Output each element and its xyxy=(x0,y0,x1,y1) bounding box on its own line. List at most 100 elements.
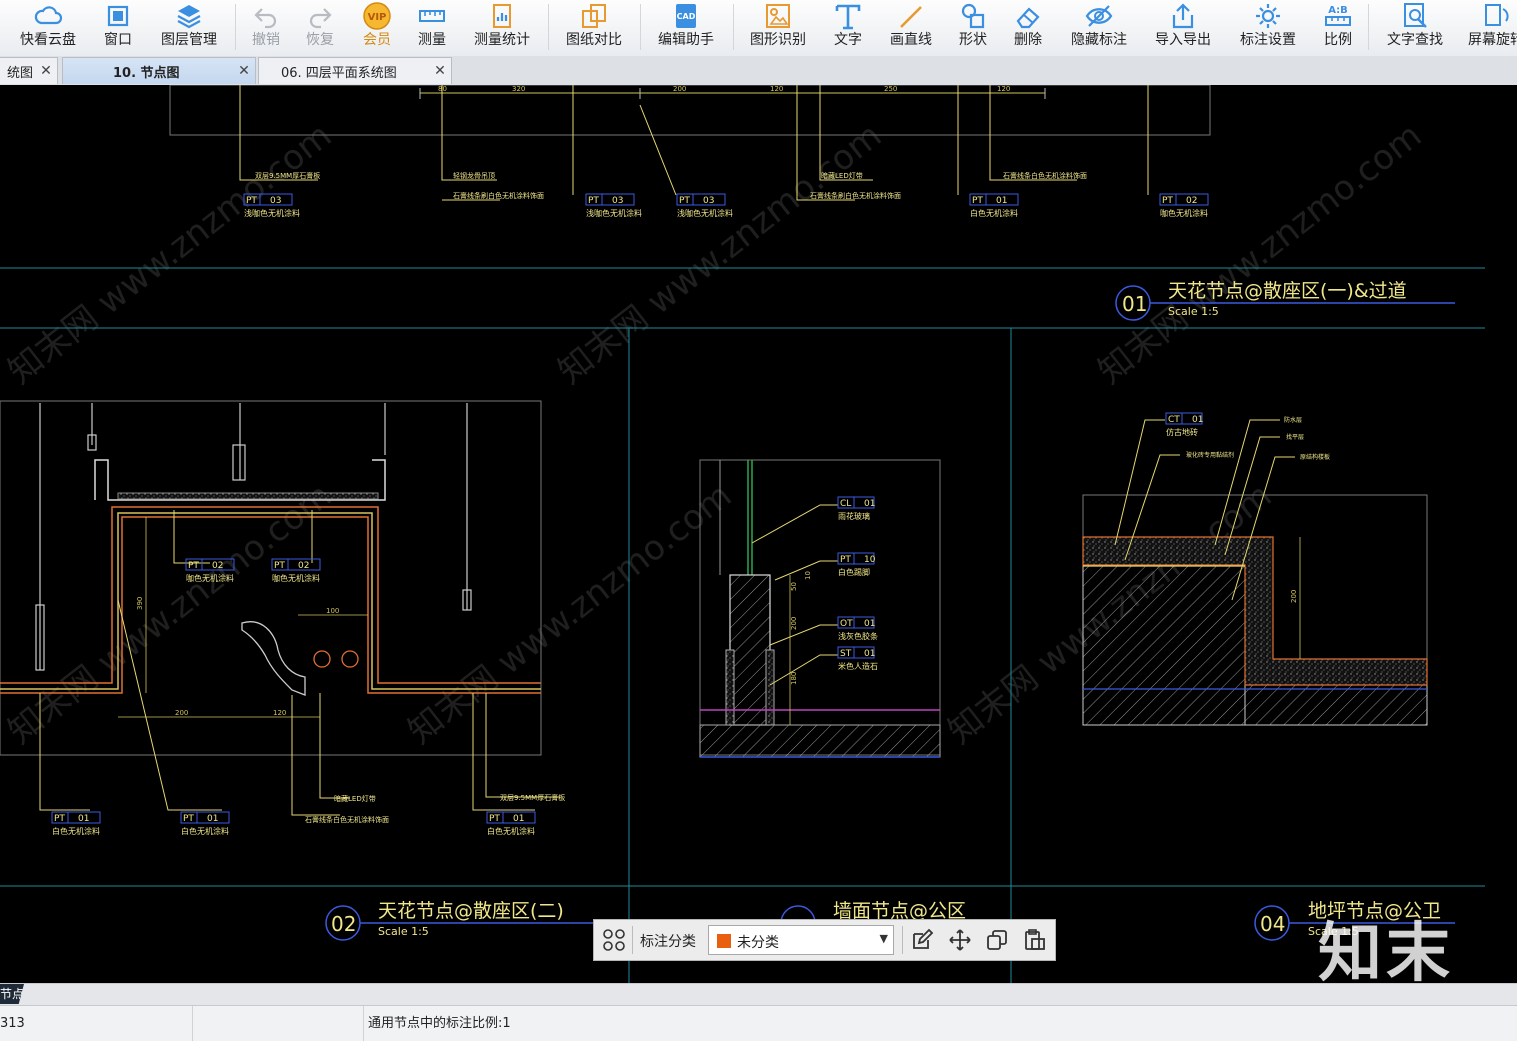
close-icon[interactable]: ✕ xyxy=(429,63,451,79)
tab-floor-plan[interactable]: 06. 四层平面系统图 ✕ xyxy=(258,57,452,84)
cad-edit-icon: CAD xyxy=(676,4,696,28)
toolbar-label: 图纸对比 xyxy=(566,32,622,48)
material-number: 01 xyxy=(1192,415,1203,425)
detail-number: 02 xyxy=(331,912,356,936)
toolbar-button-cloud[interactable]: 快看云盘 xyxy=(8,0,88,56)
material-number: 03 xyxy=(270,196,281,206)
toolbar-button-scale[interactable]: A:B 比例 xyxy=(1298,0,1378,56)
toolbar-button-ruler[interactable]: 测量 xyxy=(392,0,472,56)
material-tag: CL 01 雨花玻璃 xyxy=(837,496,875,521)
dimension-text: 50 xyxy=(790,582,798,591)
material-description: 白色无机涂料 xyxy=(970,208,1018,218)
tab-label: 06. 四层平面系统图 xyxy=(281,65,397,81)
callout-label: 双层9.5MM厚石膏板 xyxy=(255,171,320,180)
hide-annotation-icon xyxy=(1085,5,1113,27)
toolbar-button-window[interactable]: 窗口 xyxy=(78,0,158,56)
layout-tab-bar: 节点 xyxy=(0,983,1517,1005)
material-number: 01 xyxy=(78,814,89,824)
toolbar-separator xyxy=(548,4,549,50)
measure-stats-icon xyxy=(493,4,511,28)
toolbar-button-shape-recognition[interactable]: 图形识别 xyxy=(738,0,818,56)
callout-label: 防水层 xyxy=(1284,416,1302,424)
material-tag: OT 01 浅灰色胶条 xyxy=(837,616,878,641)
callout-label: 双层9.5MM厚石膏板 xyxy=(500,793,565,802)
toolbar-button-compare[interactable]: 图纸对比 xyxy=(554,0,634,56)
toolbar-button-eraser[interactable]: 删除 xyxy=(988,0,1068,56)
toolbar-button-annotation-settings[interactable]: 标注设置 xyxy=(1228,0,1308,56)
callout-label: 石膏线条白色无机涂料饰面 xyxy=(1003,171,1087,180)
toolbar-button-layers[interactable]: 图层管理 xyxy=(149,0,229,56)
callout-label: 暗藏LED灯带 xyxy=(334,794,376,803)
grid-icon[interactable] xyxy=(602,928,626,952)
tab-node-drawing[interactable]: 10. 节点图 ✕ xyxy=(62,57,256,84)
toolbar-label: 删除 xyxy=(1014,32,1042,48)
paste-icon[interactable] xyxy=(1023,928,1047,952)
material-description: 白色踢脚 xyxy=(838,567,870,577)
annotation-category-select[interactable]: 未分类 ▼ xyxy=(708,925,894,955)
toolbar-label: 快看云盘 xyxy=(20,32,76,48)
tab-partial[interactable]: 统图 ✕ xyxy=(0,57,58,84)
toolbar-label: 测量 xyxy=(418,32,446,48)
watermark-text: 知末网 www.znzmo.com xyxy=(401,476,739,752)
layout-tab-label: 节点 xyxy=(0,987,25,1001)
toolbar-button-cad-edit[interactable]: CAD 编辑助手 xyxy=(646,0,726,56)
dimension-text: 390 xyxy=(136,597,144,610)
edit-icon[interactable] xyxy=(910,928,934,952)
callout-label: 玻化砖专用黏结剂 xyxy=(1186,451,1234,459)
toolbar-label: 窗口 xyxy=(104,32,132,48)
callout-label: 石膏线条刷白色无机涂料饰面 xyxy=(810,191,901,200)
layout-tab-node[interactable]: 节点 xyxy=(0,984,24,1004)
toolbar-label: 撤销 xyxy=(252,32,280,48)
material-description: 浅咖色无机涂料 xyxy=(586,208,642,218)
toolbar-label: 恢复 xyxy=(306,32,334,48)
vip-icon: VIP xyxy=(363,2,391,30)
material-number: 01 xyxy=(513,814,524,824)
callout-label: 石膏线条刷白色无机涂料饰面 xyxy=(453,191,544,200)
close-icon[interactable]: ✕ xyxy=(233,63,255,79)
detail-number: 04 xyxy=(1260,912,1285,936)
svg-text:CAD: CAD xyxy=(677,12,696,21)
ruler-icon xyxy=(419,10,445,22)
material-description: 白色无机涂料 xyxy=(181,826,229,836)
material-code: PT xyxy=(679,196,690,206)
toolbar-label: 文字查找 xyxy=(1387,32,1443,48)
toolbar-button-measure-stats[interactable]: 测量统计 xyxy=(462,0,542,56)
toolbar-label: 导入导出 xyxy=(1155,32,1211,48)
detail-04-floor: 200 玻化砖专用黏结剂 防水层找平层原结构楼板 CT 01 仿古地砖 xyxy=(1082,412,1428,726)
material-code: CT xyxy=(1168,415,1180,425)
toolbar-button-hide-annotation[interactable]: 隐藏标注 xyxy=(1059,0,1139,56)
material-number: 01 xyxy=(864,649,875,659)
material-tag: PT 01 白色无机涂料 xyxy=(969,193,1019,218)
toolbar-button-text-search[interactable]: 文字查找 xyxy=(1375,0,1455,56)
material-description: 咖色无机涂料 xyxy=(1160,208,1208,218)
material-number: 03 xyxy=(612,196,623,206)
undo-icon xyxy=(254,8,277,29)
copy-icon[interactable] xyxy=(985,928,1009,952)
svg-text:VIP: VIP xyxy=(368,12,387,23)
toolbar-button-rotate-screen[interactable]: 屏幕旋转 xyxy=(1456,0,1517,56)
material-number: 01 xyxy=(996,196,1007,206)
toolbar-button-import-export[interactable]: 导入导出 xyxy=(1143,0,1223,56)
material-tag: PT 01 白色无机涂料 xyxy=(486,811,536,836)
toolbar-label: 图层管理 xyxy=(161,32,217,48)
dimension-text: 200 xyxy=(673,85,686,93)
material-description: 咖色无机涂料 xyxy=(272,573,320,583)
toolbar-separator xyxy=(235,4,236,50)
window-icon xyxy=(107,5,129,27)
callout-label: 暗藏LED灯带 xyxy=(821,171,863,180)
move-icon[interactable] xyxy=(948,928,972,952)
watermark-text: 知末网 www.znzmo.com xyxy=(1091,116,1429,392)
material-code: ST xyxy=(840,649,852,659)
cad-drawing-canvas[interactable]: 知末网 www.znzmo.com 知末网 www.znzmo.com 知末网 … xyxy=(0,85,1517,983)
toolbar-label: 形状 xyxy=(959,32,987,48)
close-icon[interactable]: ✕ xyxy=(35,63,57,79)
material-number: 02 xyxy=(298,561,309,571)
line-icon xyxy=(900,6,922,28)
watermark-text: 知末网 www.znzmo.com xyxy=(1,116,339,392)
category-color-swatch xyxy=(717,934,731,948)
cad-drawing: 知末网 www.znzmo.com 知末网 www.znzmo.com 知末网 … xyxy=(0,85,1485,983)
toolbar-label: 测量统计 xyxy=(474,32,530,48)
dimension-text: 200 xyxy=(790,617,798,630)
material-code: OT xyxy=(840,619,853,629)
text-icon xyxy=(835,4,861,30)
